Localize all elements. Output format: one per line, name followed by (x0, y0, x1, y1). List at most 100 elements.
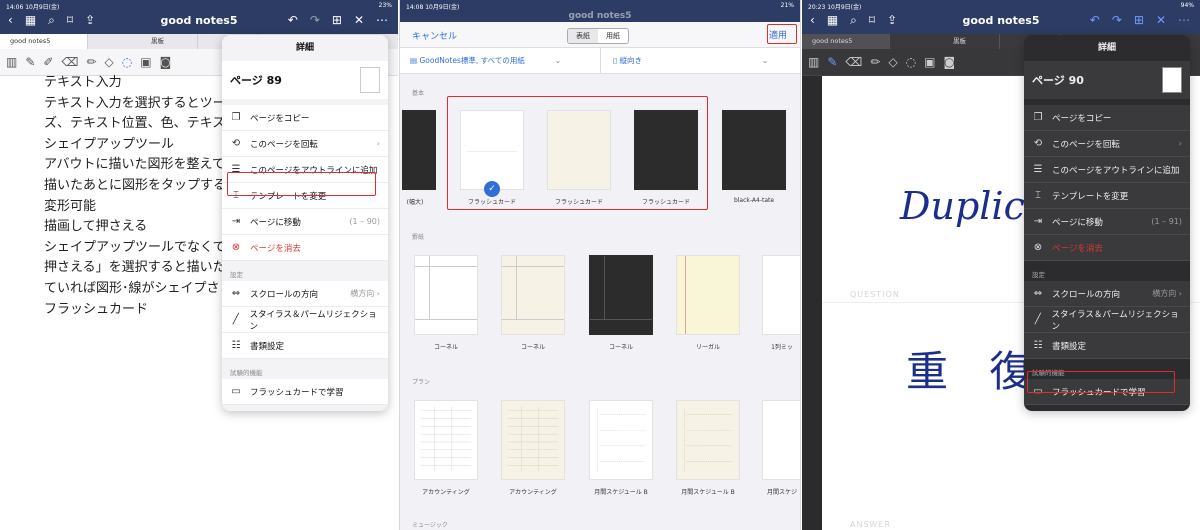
flashcard-study-item[interactable]: ▭ フラッシュカードで学習 (222, 379, 388, 405)
rotate-icon: ⟲ (231, 138, 241, 149)
template-name: コーネル (608, 344, 633, 351)
scroll-value: 横方向 › (350, 289, 380, 298)
status-time: 14:06 (6, 4, 24, 11)
eraser-icon[interactable]: ⌫ (845, 55, 862, 69)
copy-page-item[interactable]: ❐ ページをコピー (1024, 105, 1190, 131)
go-to-icon: ⇥ (1033, 216, 1043, 227)
tab-blackboard[interactable]: 黒板 (88, 34, 198, 49)
orientation-dropdown[interactable]: ▯ 縦向き ⌄ (600, 47, 800, 74)
tab-good-notes5[interactable]: good notes5 (0, 34, 88, 49)
template-monthly-b-cream[interactable] (676, 400, 740, 480)
pen-icon[interactable]: ✎ (25, 55, 35, 69)
page-thumbnail (1162, 67, 1182, 93)
template-legal[interactable] (676, 255, 740, 335)
cancel-button[interactable]: キャンセル (412, 29, 457, 42)
close-icon[interactable]: ✕ (354, 13, 364, 27)
template-black-a4[interactable] (722, 110, 786, 190)
pen2-icon[interactable]: ✐ (43, 55, 53, 69)
shape-icon[interactable]: ◇ (105, 55, 114, 69)
cards-icon: ▭ (231, 386, 241, 397)
document-settings-item[interactable]: ☷ 書類設定 (222, 333, 388, 359)
shape-icon[interactable]: ◇ (888, 55, 897, 69)
menu-label: スタイラス＆パームリジェクション (249, 309, 377, 332)
add-to-outline-item[interactable]: ☰ このページをアウトラインに追加 (1024, 157, 1190, 183)
highlight-change-template (227, 172, 376, 196)
category-basic: 基本 (412, 90, 425, 97)
rotate-page-item[interactable]: ⟲ このページを回転 › (222, 131, 388, 157)
doc-line: 描画して押さえる (44, 219, 148, 235)
document-settings-item[interactable]: ☷ 書類設定 (1024, 333, 1190, 359)
margin-line (685, 256, 686, 334)
doc-line: テキスト入力を選択するとツー (44, 95, 226, 111)
go-to-page-item[interactable]: ⇥ ページに移動 (1 – 90) (222, 209, 388, 235)
chevron-right-icon: › (1178, 139, 1182, 148)
undo-icon[interactable]: ↶ (288, 13, 298, 27)
copy-page-item[interactable]: ❐ ページをコピー (222, 105, 388, 131)
template-cornell-white[interactable] (414, 255, 478, 335)
cornell-line (590, 319, 652, 320)
add-page-icon[interactable]: ⊞ (1134, 13, 1144, 27)
nav-right-icons: ↶ ↷ ⊞ ✕ ⋯ (288, 13, 388, 27)
add-page-icon[interactable]: ⊞ (332, 13, 342, 27)
status-bar: 20:23 10月9日(金) 94% (802, 0, 1200, 11)
camera-icon[interactable]: ◙ (160, 55, 172, 69)
camera-icon[interactable]: ◙ (944, 55, 956, 69)
redo-icon[interactable]: ↷ (310, 13, 320, 27)
orientation-label: 縦向き (619, 55, 643, 65)
doc-line: 押さえる」を選択すると描いた (44, 260, 226, 276)
image-icon[interactable]: ▣ (924, 55, 935, 69)
stylus-item[interactable]: ╱ スタイラス＆パームリジェクション (1024, 307, 1190, 333)
more-icon[interactable]: ⋯ (1178, 13, 1190, 27)
pen-icon[interactable]: ✎ (827, 55, 837, 69)
grid-pattern (507, 406, 559, 472)
menu-label: テンプレートを変更 (1052, 191, 1129, 202)
more-icon[interactable]: ⋯ (376, 13, 388, 27)
category-plan: プラン (412, 379, 431, 386)
change-template-item[interactable]: ⌶ テンプレートを変更 (1024, 183, 1190, 209)
close-icon[interactable]: ✕ (1156, 13, 1166, 27)
paper-filter-dropdown[interactable]: ▤ GoodNotes標準, すべての用紙 ⌄ (400, 55, 600, 66)
chevron-down-icon: ⌄ (762, 55, 769, 65)
template-1col[interactable] (762, 255, 800, 335)
scroll-direction-item[interactable]: ⇔ スクロールの方向 横方向 › (222, 281, 388, 307)
highlighter-icon[interactable]: ✏ (86, 55, 96, 69)
template-monthly-b-white[interactable] (589, 400, 653, 480)
redo-icon[interactable]: ↷ (1112, 13, 1122, 27)
go-to-page-item[interactable]: ⇥ ページに移動 (1 – 91) (1024, 209, 1190, 235)
template-accounting-cream[interactable] (501, 400, 565, 480)
delete-page-item[interactable]: ⊗ ページを消去 (1024, 235, 1190, 261)
delete-page-item[interactable]: ⊗ ページを消去 (222, 235, 388, 261)
template-cornell-cream[interactable] (501, 255, 565, 335)
template-monthly-partial[interactable] (762, 400, 800, 480)
rotate-page-item[interactable]: ⟲ このページを回転 › (1024, 131, 1190, 157)
segment-paper[interactable]: 用紙 (598, 29, 628, 43)
tab-good-notes5[interactable]: good notes5 (802, 34, 890, 49)
sidebar-icon[interactable]: ▥ (6, 55, 17, 69)
template-accounting-white[interactable] (414, 400, 478, 480)
template-cornell-black[interactable] (589, 255, 653, 335)
scroll-direction-item[interactable]: ⇔ スクロールの方向 横方向 › (1024, 281, 1190, 307)
highlighter-icon[interactable]: ✏ (870, 55, 880, 69)
panel-template-picker: 14:08 10月9日(金) 21% good notes5 キャンセル 表紙 … (399, 0, 801, 530)
menu-label: フラッシュカードで学習 (250, 387, 344, 398)
cornell-line (415, 319, 477, 320)
eraser-icon[interactable]: ⌫ (61, 55, 78, 69)
battery-level: 23% (378, 2, 392, 9)
lasso-icon[interactable]: ◌ (122, 55, 132, 69)
template-wide[interactable] (402, 110, 436, 190)
tab-blackboard[interactable]: 黒板 (890, 34, 1000, 49)
stylus-item[interactable]: ╱ スタイラス＆パームリジェクション (222, 307, 388, 333)
cornell-line (604, 256, 605, 320)
sidebar-icon[interactable]: ▥ (808, 55, 819, 69)
page-info-row: ページ 90 (1024, 61, 1190, 99)
undo-icon[interactable]: ↶ (1090, 13, 1100, 27)
menu-label: このページを回転 (1052, 139, 1120, 150)
lasso-icon[interactable]: ◌ (906, 55, 916, 69)
doc-line: フラッシュカード (44, 301, 149, 317)
segment-cover[interactable]: 表紙 (568, 29, 598, 43)
cornell-line (502, 266, 564, 267)
page-actions: ❐ ページをコピー ⟲ このページを回転 › ☰ このページをアウトラインに追加 ⌶ テン… (1024, 105, 1190, 261)
image-icon[interactable]: ▣ (140, 55, 151, 69)
cornell-line (415, 266, 477, 267)
settings-group: ⇔ スクロールの方向 横方向 › ╱ スタイラス＆パームリジェクション ☷ 書類設定 (222, 281, 388, 359)
